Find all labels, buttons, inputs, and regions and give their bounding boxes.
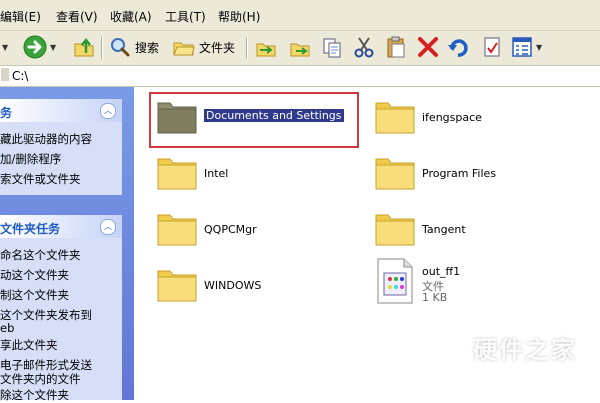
file-item-out-ff1[interactable]: out_ff1 文件 1 KB xyxy=(374,257,564,309)
toolbar: ▼ ▼ 搜索 文件夹 ▼ xyxy=(0,31,600,66)
folders-label: 文件夹 xyxy=(199,40,236,55)
menu-favorites[interactable]: 收藏(A) xyxy=(110,8,152,25)
task-link[interactable]: 加/删除程序 xyxy=(0,151,61,167)
copy-icon xyxy=(323,38,341,58)
views-grid-icon xyxy=(512,37,532,57)
copy-button[interactable] xyxy=(320,34,344,60)
folder-icon xyxy=(157,214,197,246)
undo-icon xyxy=(448,39,468,57)
address-bar: C:\ xyxy=(0,66,600,87)
forward-button[interactable]: ▼ xyxy=(22,34,56,60)
task-link[interactable]: 制这个文件夹 xyxy=(0,287,69,303)
file-name: out_ff1 xyxy=(422,265,461,278)
panel-title: 务 xyxy=(0,106,13,120)
file-name: WINDOWS xyxy=(204,279,262,292)
panel-title: 文件夹任务 xyxy=(0,222,61,236)
chevron-down-icon: ▼ xyxy=(2,42,9,52)
task-link[interactable]: 享此文件夹 xyxy=(0,337,58,353)
task-link[interactable]: eb xyxy=(0,321,14,335)
folder-icon xyxy=(375,102,415,134)
menu-edit[interactable]: 编辑(E) xyxy=(0,8,41,25)
collapse-chevrons-icon[interactable]: ︿ xyxy=(100,103,116,119)
undo-button[interactable] xyxy=(446,34,470,60)
search-button[interactable]: 搜索 xyxy=(108,34,159,60)
folder-item-intel[interactable]: Intel xyxy=(156,151,346,195)
address-input[interactable]: C:\ xyxy=(12,69,28,83)
menu-help[interactable]: 帮助(H) xyxy=(218,8,260,25)
file-size: 1 KB xyxy=(422,291,448,304)
system-tasks-panel: 务 ︿ 藏此驱动器的内容 加/删除程序 索文件或文件夹 xyxy=(0,99,122,195)
watermark-title: 硬件之家 xyxy=(473,336,577,364)
menu-bar: 编辑(E) 查看(V) 收藏(A) 工具(T) 帮助(H) xyxy=(0,0,600,31)
folder-item-windows[interactable]: WINDOWS xyxy=(156,263,346,307)
delete-button[interactable] xyxy=(416,34,440,60)
folder-item-documents-and-settings[interactable]: Documents and Settings xyxy=(156,95,346,139)
search-icon xyxy=(111,38,130,57)
folder-icon xyxy=(157,102,197,134)
folder-item-ifengspace[interactable]: ifengspace xyxy=(374,95,564,139)
folder-icon xyxy=(157,270,197,302)
task-link[interactable]: 藏此驱动器的内容 xyxy=(0,131,92,147)
task-link[interactable]: 命名这个文件夹 xyxy=(0,247,81,263)
folder-icon xyxy=(375,158,415,190)
folders-icon xyxy=(173,42,195,56)
file-name: QQPCMgr xyxy=(204,223,257,236)
folder-item-program-files[interactable]: Program Files xyxy=(374,151,564,195)
folder-item-tangent[interactable]: Tangent xyxy=(374,207,564,251)
folder-icon xyxy=(157,158,197,190)
folder-item-qqpcmgr[interactable]: QQPCMgr xyxy=(156,207,346,251)
back-dropdown[interactable]: ▼ xyxy=(0,34,8,60)
folder-tasks-header[interactable]: 文件夹任务 ︿ xyxy=(0,215,122,238)
file-name: ifengspace xyxy=(422,111,482,124)
drive-icon xyxy=(1,68,9,81)
clipboard-icon xyxy=(387,36,405,58)
task-link[interactable]: 文件夹内的文件 xyxy=(0,371,81,387)
move-to-folder-icon xyxy=(256,43,276,57)
menu-view[interactable]: 查看(V) xyxy=(56,8,98,25)
collapse-chevrons-icon[interactable]: ︿ xyxy=(100,219,116,235)
delete-x-icon xyxy=(418,37,438,57)
task-link[interactable]: 索文件或文件夹 xyxy=(0,171,81,187)
menu-tools[interactable]: 工具(T) xyxy=(165,8,206,25)
file-name: Program Files xyxy=(422,167,497,180)
properties-icon xyxy=(484,37,500,57)
views-button[interactable]: ▼ xyxy=(510,34,542,60)
move-to-button[interactable] xyxy=(254,34,278,60)
watermark-subtitle: YING JIAN ZHI JIA.COM xyxy=(470,362,580,371)
search-label: 搜索 xyxy=(135,40,160,55)
file-name: Documents and Settings xyxy=(204,109,344,122)
generic-file-icon xyxy=(377,258,413,304)
copy-to-button[interactable] xyxy=(288,34,312,60)
copy-to-folder-icon xyxy=(290,43,310,57)
paste-button[interactable] xyxy=(384,34,408,60)
chevron-down-icon: ▼ xyxy=(536,42,543,52)
properties-button[interactable] xyxy=(480,34,504,60)
forward-arrow-icon xyxy=(23,35,47,59)
toolbar-separator xyxy=(101,37,103,59)
task-link[interactable]: 动这个文件夹 xyxy=(0,267,69,283)
toolbar-separator xyxy=(246,37,248,59)
task-pane: 务 ︿ 藏此驱动器的内容 加/删除程序 索文件或文件夹 文件夹任务 ︿ 命名这个… xyxy=(0,87,134,403)
task-link[interactable]: 除这个文件夹 xyxy=(0,387,69,403)
scissors-icon xyxy=(354,37,374,58)
folder-tasks-panel: 文件夹任务 ︿ 命名这个文件夹 动这个文件夹 制这个文件夹 这个文件夹发布到 e… xyxy=(0,215,122,403)
up-folder-icon xyxy=(74,37,94,57)
file-name: Tangent xyxy=(422,223,466,236)
system-tasks-header[interactable]: 务 ︿ xyxy=(0,99,122,122)
file-name: Intel xyxy=(204,167,229,180)
cut-button[interactable] xyxy=(352,34,376,60)
folders-button[interactable]: 文件夹 xyxy=(172,34,235,60)
chevron-down-icon: ▼ xyxy=(50,42,57,52)
folder-icon xyxy=(375,214,415,246)
up-folder-button[interactable] xyxy=(72,34,96,60)
